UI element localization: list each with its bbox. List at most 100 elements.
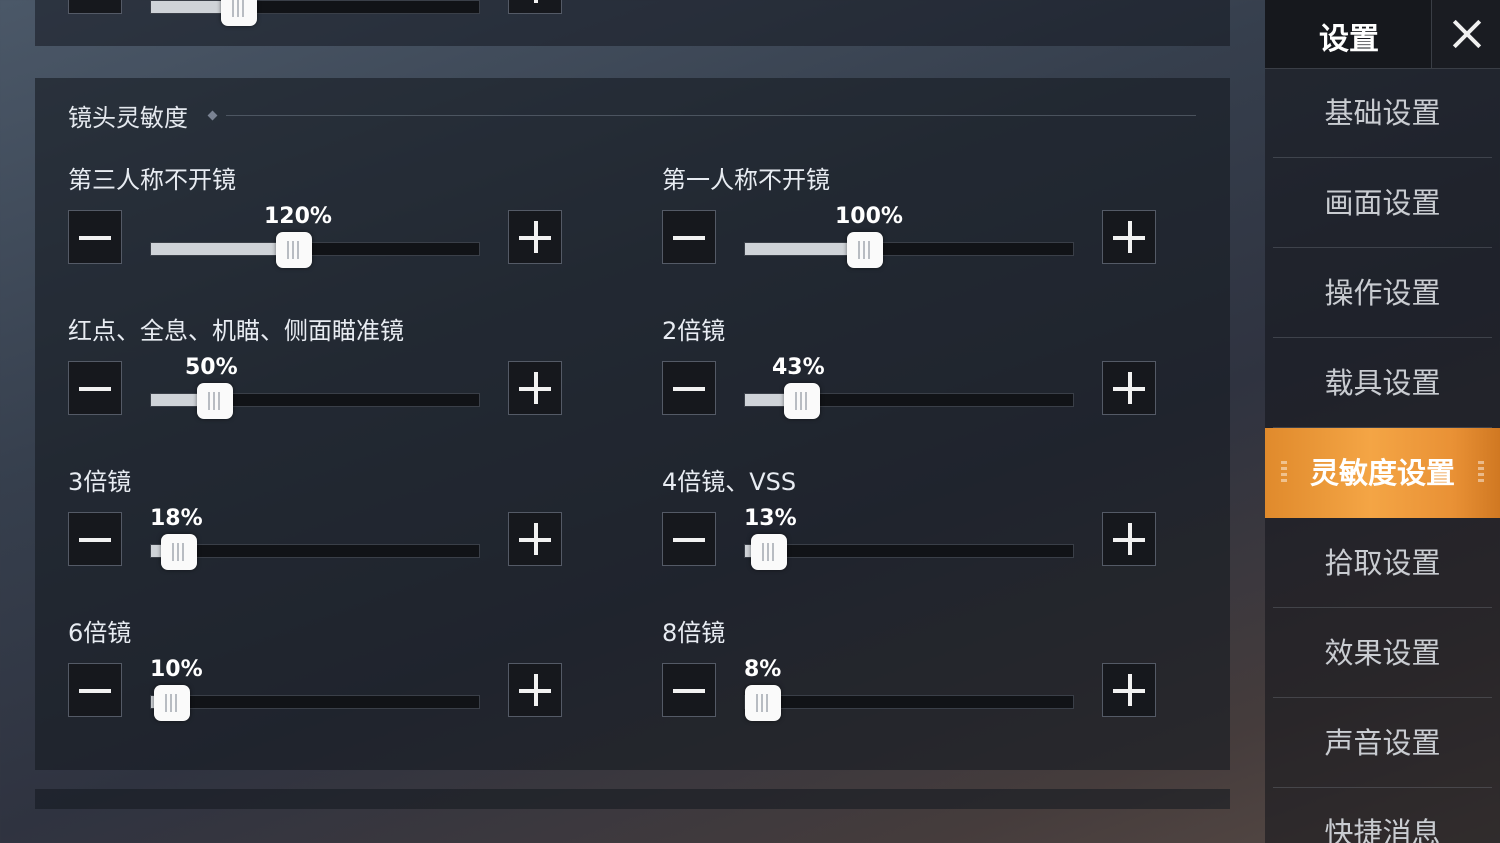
increase-button[interactable] (508, 0, 562, 14)
value-label: 18% (150, 506, 203, 531)
sidebar-item[interactable]: 画面设置 (1265, 158, 1500, 248)
minus-icon (673, 387, 705, 391)
slider-handle[interactable] (276, 232, 312, 268)
slider-handle[interactable] (745, 685, 781, 721)
minus-icon (673, 538, 705, 542)
increase-button[interactable] (1102, 663, 1156, 717)
minus-icon (79, 236, 111, 240)
increase-button[interactable] (508, 361, 562, 415)
increase-button[interactable] (1102, 361, 1156, 415)
plus-icon-v (534, 372, 538, 404)
decrease-button[interactable] (68, 512, 122, 566)
increase-button[interactable] (1102, 512, 1156, 566)
section-divider (226, 115, 1196, 116)
decrease-button[interactable] (662, 361, 716, 415)
slider-handle[interactable] (221, 0, 257, 26)
sidebar-item[interactable]: 基础设置 (1265, 68, 1500, 158)
sidebar-item-label: 拾取设置 (1324, 546, 1441, 580)
decrease-button[interactable] (68, 0, 122, 14)
control-label: 2倍镜 (662, 317, 726, 345)
decrease-button[interactable] (68, 361, 122, 415)
value-label: 100% (835, 204, 903, 229)
settings-main-area: 镜头灵敏度 第三人称不开镜 120% 第一人称不开镜 100% 红点、全息、机瞄、侧面瞄… (0, 0, 1265, 843)
next-section-panel (35, 789, 1230, 809)
minus-icon (79, 538, 111, 542)
plus-icon-v (1128, 523, 1132, 555)
control-label: 第一人称不开镜 (662, 166, 830, 194)
control-label: 3倍镜 (68, 468, 132, 496)
sensitivity-control: 2倍镜 43% (662, 311, 1162, 441)
plus-icon-v (534, 523, 538, 555)
slider-track[interactable] (744, 544, 1074, 558)
control-label: 4倍镜、VSS (662, 468, 797, 496)
decrease-button[interactable] (662, 663, 716, 717)
plus-icon-v (534, 0, 538, 3)
plus-icon-v (534, 674, 538, 706)
section-title: 镜头灵敏度 (68, 104, 188, 132)
decrease-button[interactable] (68, 663, 122, 717)
slider-track[interactable] (744, 242, 1074, 256)
value-label: 120% (264, 204, 332, 229)
sidebar-item[interactable]: 快捷消息 (1265, 788, 1500, 843)
slider-handle[interactable] (751, 534, 787, 570)
settings-title: 设置 (1319, 22, 1379, 57)
value-label: 8% (744, 657, 782, 682)
slider-handle[interactable] (197, 383, 233, 419)
minus-icon (673, 689, 705, 693)
plus-icon-v (1128, 674, 1132, 706)
increase-button[interactable] (508, 512, 562, 566)
increase-button[interactable] (508, 663, 562, 717)
plus-icon-v (534, 221, 538, 253)
control-label: 第三人称不开镜 (68, 166, 236, 194)
sidebar-item-label: 声音设置 (1324, 726, 1441, 760)
sidebar-item-label: 基础设置 (1324, 96, 1441, 130)
sidebar-item[interactable]: 拾取设置 (1265, 518, 1500, 608)
slider-track[interactable] (744, 695, 1074, 709)
decrease-button[interactable] (662, 210, 716, 264)
slider-handle[interactable] (784, 383, 820, 419)
sidebar-item-label: 载具设置 (1324, 366, 1441, 400)
sidebar-item[interactable]: 灵敏度设置 (1265, 428, 1500, 518)
value-label: 50% (185, 355, 238, 380)
sidebar-item[interactable]: 效果设置 (1265, 608, 1500, 698)
slider-handle[interactable] (154, 685, 190, 721)
grip-icon (1281, 461, 1287, 485)
value-label: 43% (772, 355, 825, 380)
decrease-button[interactable] (662, 512, 716, 566)
previous-section-panel (35, 0, 1230, 46)
plus-icon-v (1128, 221, 1132, 253)
slider-track[interactable] (150, 242, 480, 256)
sensitivity-control: 第三人称不开镜 120% (68, 160, 568, 290)
sensitivity-control: 3倍镜 18% (68, 462, 568, 592)
slider-handle[interactable] (161, 534, 197, 570)
slider-track[interactable] (150, 695, 480, 709)
control-label: 红点、全息、机瞄、侧面瞄准镜 (68, 317, 404, 345)
close-icon[interactable] (1431, 0, 1500, 68)
sidebar-item-label: 快捷消息 (1324, 816, 1441, 843)
control-label: 8倍镜 (662, 619, 726, 647)
sidebar-item-label: 效果设置 (1324, 636, 1441, 670)
sidebar-item[interactable]: 操作设置 (1265, 248, 1500, 338)
minus-icon (79, 689, 111, 693)
sensitivity-control: 8倍镜 8% (662, 613, 1162, 743)
slider-track[interactable] (150, 0, 480, 14)
slider-track[interactable] (150, 544, 480, 558)
sensitivity-control: 4倍镜、VSS 13% (662, 462, 1162, 592)
sidebar-item[interactable]: 载具设置 (1265, 338, 1500, 428)
slider-handle[interactable] (847, 232, 883, 268)
value-label: 10% (150, 657, 203, 682)
sidebar-item-label: 灵敏度设置 (1309, 456, 1455, 490)
control-label: 6倍镜 (68, 619, 132, 647)
sensitivity-control: 6倍镜 10% (68, 613, 568, 743)
value-label: 13% (744, 506, 797, 531)
minus-icon (79, 387, 111, 391)
increase-button[interactable] (508, 210, 562, 264)
slider-fill (151, 243, 295, 255)
sidebar-item-label: 画面设置 (1324, 186, 1441, 220)
decrease-button[interactable] (68, 210, 122, 264)
sensitivity-control: 第一人称不开镜 100% (662, 160, 1162, 290)
increase-button[interactable] (1102, 210, 1156, 264)
sidebar-item[interactable]: 声音设置 (1265, 698, 1500, 788)
settings-sidebar: 设置 基础设置画面设置操作设置载具设置灵敏度设置拾取设置效果设置声音设置快捷消息 (1265, 0, 1500, 843)
sidebar-item-label: 操作设置 (1324, 276, 1441, 310)
